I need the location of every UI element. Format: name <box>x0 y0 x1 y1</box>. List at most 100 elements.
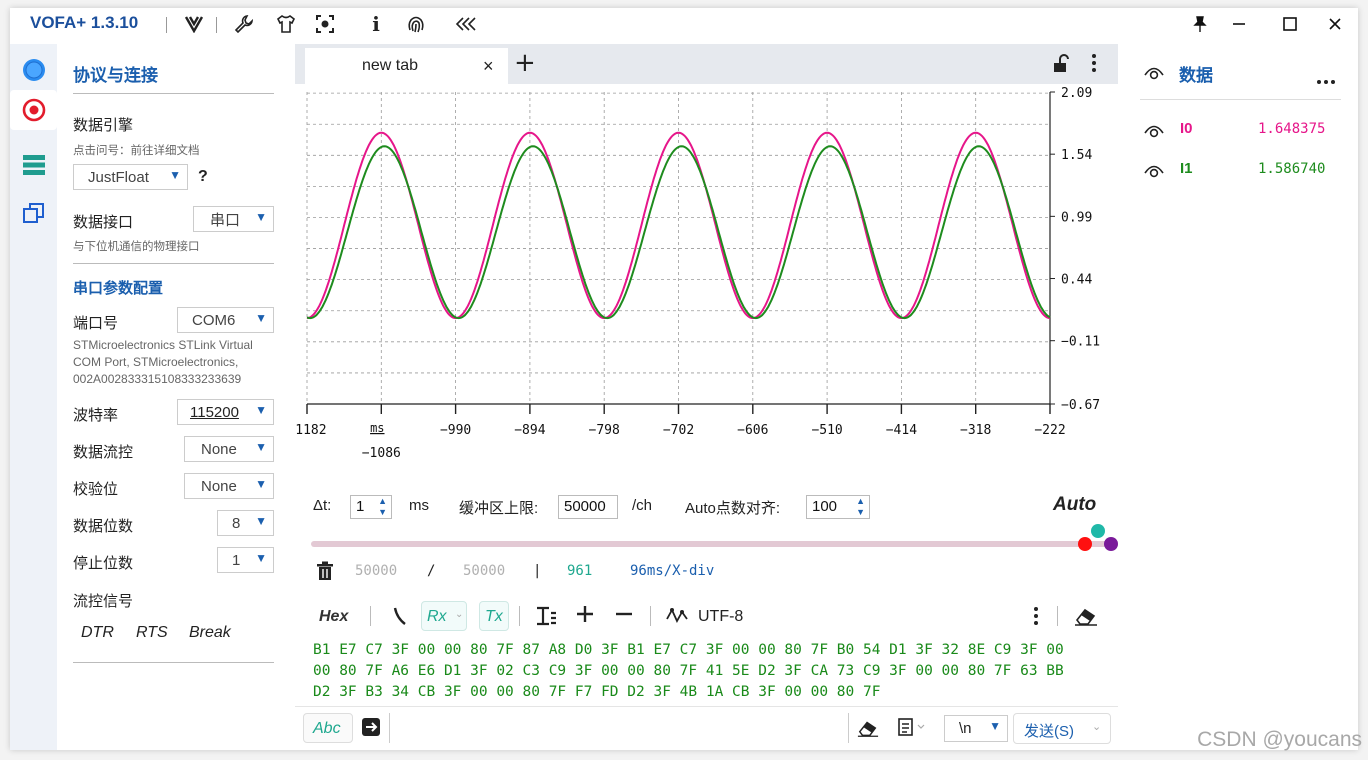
waveform-svg[interactable]: 2.09 1.54 0.99 0.44 −0.11 −0.67 −1182 −1086 −990… <box>287 84 1118 468</box>
add-tab-button[interactable]: + <box>514 48 536 78</box>
connection-status-icon[interactable] <box>14 50 54 90</box>
break-toggle[interactable]: Break <box>189 624 231 642</box>
send-input[interactable] <box>391 712 843 744</box>
separator: | <box>533 563 542 579</box>
hex-line: 00 80 7F A6 E6 D1 3F 02 C3 C9 3F 00 00 8… <box>313 663 1064 679</box>
buffer-input[interactable]: 50000 <box>558 495 618 519</box>
history-icon[interactable] <box>897 717 927 741</box>
x-tick-label: −414 <box>886 423 917 438</box>
x-tick-label: −510 <box>811 423 842 438</box>
port-description: STMicroelectronics STLink Virtual <box>73 338 253 352</box>
dt-value: 1 <box>356 498 365 515</box>
auto-button[interactable]: Auto <box>1053 494 1096 516</box>
maximize-icon[interactable] <box>1276 12 1304 36</box>
info-icon[interactable]: i <box>364 12 388 36</box>
buffer-count: 50000 <box>355 563 398 579</box>
text-format-icon[interactable] <box>535 606 557 630</box>
waveform-icon[interactable] <box>666 607 688 629</box>
close-icon[interactable] <box>1321 12 1349 36</box>
wrench-icon[interactable] <box>232 12 256 36</box>
eye-icon[interactable] <box>1144 162 1164 182</box>
port-description: 002A002833315108333233639 <box>73 372 242 386</box>
newline-select[interactable]: \n ▼ <box>944 715 1008 742</box>
tab-new-tab[interactable]: new tab × <box>305 48 508 84</box>
parity-value: None <box>201 477 237 495</box>
main-area: new tab × + 2.09 1.54 0.99 0.44 −0.11 −0.67 −1… <box>287 44 1118 750</box>
rts-toggle[interactable]: RTS <box>136 624 168 642</box>
chevron-down-icon: ▼ <box>255 551 267 565</box>
x-div-readout: 96ms/X-div <box>630 563 715 579</box>
engine-select[interactable]: JustFloat ▼ <box>73 164 188 190</box>
connection-panel: 协议与连接 数据引擎 点击问号：前往详细文档 JustFloat ▼ ? 数据接… <box>57 44 295 750</box>
slider-handle-teal[interactable] <box>1091 524 1105 538</box>
eraser-icon[interactable] <box>1074 606 1098 630</box>
eye-icon[interactable] <box>1144 122 1164 142</box>
eye-icon[interactable] <box>1144 64 1164 84</box>
encoding-select[interactable]: UTF-8 <box>698 608 743 626</box>
hex-log[interactable]: B1 E7 C7 3F 00 00 80 7F 87 A8 D0 3F B1 E… <box>313 640 1103 703</box>
more-horiz-icon[interactable] <box>1316 70 1336 89</box>
baud-select[interactable]: 115200 ▼ <box>177 399 274 425</box>
command-list-icon[interactable] <box>14 145 54 185</box>
slider-handle-red[interactable] <box>1078 537 1092 551</box>
shirt-icon[interactable] <box>274 12 298 36</box>
minimize-icon[interactable] <box>1225 12 1253 36</box>
lock-icon[interactable] <box>1052 54 1070 78</box>
rx-toggle[interactable]: Rx ⌄ <box>421 601 467 631</box>
abc-toggle[interactable]: Abc <box>303 713 353 743</box>
x-tick-label: −894 <box>514 423 545 438</box>
slider-handle-purple[interactable] <box>1104 537 1118 551</box>
pin-icon[interactable] <box>1186 12 1214 36</box>
waveform-plot[interactable]: 2.09 1.54 0.99 0.44 −0.11 −0.67 −1182 −1086 −990… <box>287 84 1118 468</box>
timestamp-icon[interactable] <box>391 606 407 630</box>
parity-select[interactable]: None ▼ <box>184 473 274 499</box>
channel-row-i1[interactable]: I1 1.586740 <box>1144 160 1344 184</box>
dtr-toggle[interactable]: DTR <box>81 624 114 642</box>
flow-signal-label: 流控信号 <box>73 593 134 610</box>
port-select[interactable]: COM6 ▼ <box>177 307 274 333</box>
eraser-icon[interactable] <box>857 718 879 742</box>
collapse-icon[interactable] <box>454 12 478 36</box>
buffer-label: 缓冲区上限: <box>459 500 539 517</box>
auto-align-input[interactable]: 100 ▲ ▼ <box>806 495 870 519</box>
spin-arrows-icon[interactable]: ▲ ▼ <box>378 496 387 518</box>
databits-select[interactable]: 8 ▼ <box>217 510 274 536</box>
tx-toggle[interactable]: Tx <box>479 601 509 631</box>
channel-row-i0[interactable]: I0 1.648375 <box>1144 120 1344 144</box>
y-tick-label: −0.11 <box>1061 335 1100 350</box>
divider <box>73 662 274 663</box>
newline-value: \n <box>959 720 972 737</box>
divider <box>389 713 390 743</box>
remove-icon[interactable] <box>615 605 633 627</box>
buffer-value: 50000 <box>564 498 606 515</box>
flow-control-select[interactable]: None ▼ <box>184 436 274 462</box>
hex-toggle[interactable]: Hex <box>319 608 348 626</box>
databits-label: 数据位数 <box>73 518 134 535</box>
capture-icon[interactable] <box>313 12 337 36</box>
tab-close-icon[interactable]: × <box>483 56 494 77</box>
baud-label: 波特率 <box>73 407 119 424</box>
interface-select[interactable]: 串口 ▼ <box>193 206 274 232</box>
help-button[interactable]: ? <box>198 168 208 186</box>
engine-value: JustFloat <box>88 168 149 186</box>
protocol-tab-icon[interactable] <box>10 90 57 130</box>
toolbar-divider <box>166 17 167 33</box>
more-vert-icon[interactable] <box>1091 53 1097 77</box>
dt-input[interactable]: 1 ▲ ▼ <box>350 495 392 519</box>
vofa-logo-icon[interactable] <box>182 12 206 36</box>
send-button[interactable]: 发送(S) ⌄ <box>1013 713 1111 744</box>
trash-icon[interactable] <box>316 561 334 585</box>
more-vert-icon[interactable] <box>1033 606 1039 630</box>
hex-line: D2 3F B3 34 CB 3F 00 00 80 7F F7 FD D2 3… <box>313 684 881 700</box>
time-range-slider[interactable] <box>311 541 1109 547</box>
spin-arrows-icon[interactable]: ▲ ▼ <box>856 496 865 518</box>
widgets-icon[interactable] <box>14 193 54 233</box>
send-file-icon[interactable] <box>361 717 381 741</box>
engine-label: 数据引擎 <box>73 117 134 134</box>
divider <box>370 606 371 626</box>
fingerprint-icon[interactable] <box>404 12 428 36</box>
terminal-toolbar: Hex Rx ⌄ Tx UTF-8 <box>295 596 1118 636</box>
stopbits-select[interactable]: 1 ▼ <box>217 547 274 573</box>
add-icon[interactable] <box>576 605 594 627</box>
data-panel-title: 数据 <box>1179 66 1213 85</box>
